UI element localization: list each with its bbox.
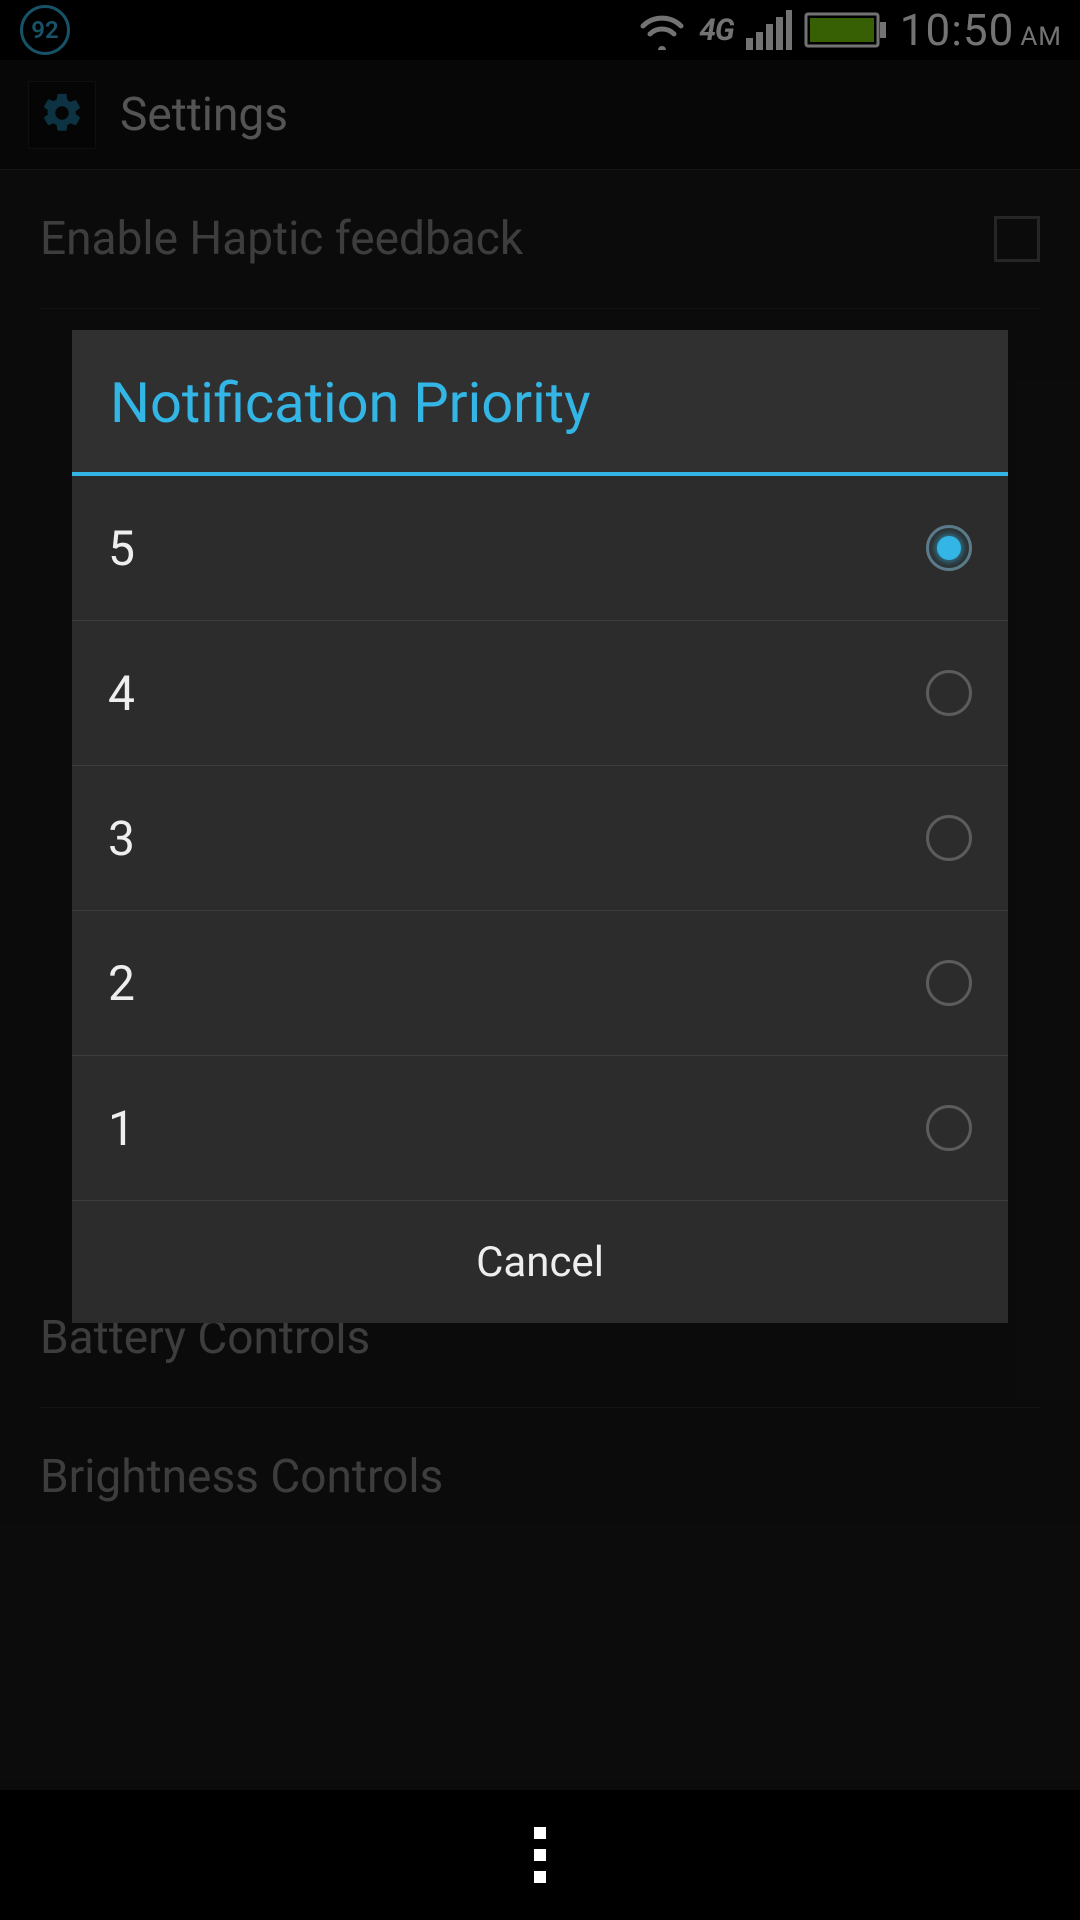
cancel-label: Cancel: [476, 1238, 604, 1287]
navigation-bar: [0, 1790, 1080, 1920]
dialog-title: Notification Priority: [72, 330, 1008, 476]
priority-option-2[interactable]: 2: [72, 911, 1008, 1056]
priority-option-3[interactable]: 3: [72, 766, 1008, 911]
option-label: 3: [108, 810, 135, 867]
notification-priority-dialog: Notification Priority 5 4 3 2 1 Cancel: [72, 330, 1008, 1323]
radio-unselected-icon[interactable]: [926, 670, 972, 716]
option-label: 4: [108, 665, 135, 722]
option-label: 1: [108, 1100, 135, 1157]
overflow-menu-icon[interactable]: [534, 1827, 546, 1883]
option-label: 5: [108, 520, 135, 577]
radio-unselected-icon[interactable]: [926, 960, 972, 1006]
radio-unselected-icon[interactable]: [926, 1105, 972, 1151]
priority-option-4[interactable]: 4: [72, 621, 1008, 766]
cancel-button[interactable]: Cancel: [72, 1201, 1008, 1323]
priority-option-1[interactable]: 1: [72, 1056, 1008, 1201]
radio-selected-icon[interactable]: [926, 525, 972, 571]
priority-option-5[interactable]: 5: [72, 476, 1008, 621]
radio-unselected-icon[interactable]: [926, 815, 972, 861]
option-label: 2: [108, 955, 135, 1012]
